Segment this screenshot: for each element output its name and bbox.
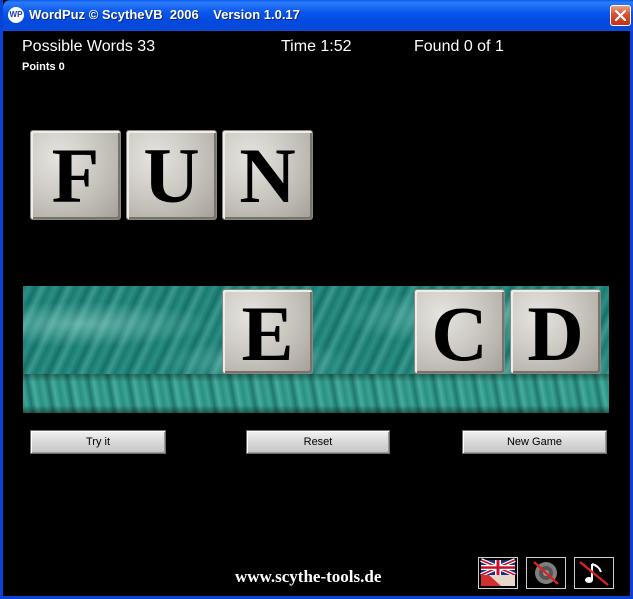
music-muted-icon bbox=[579, 561, 609, 586]
window-title: WordPuz © ScytheVB 2006 Version 1.0.17 bbox=[29, 7, 300, 22]
possible-words-label: Possible Words 33 bbox=[22, 38, 156, 55]
try-it-button[interactable]: Try it bbox=[30, 430, 166, 454]
letter-tray: E C D bbox=[23, 286, 609, 413]
tray-tile-e[interactable]: E bbox=[222, 289, 313, 377]
website-link[interactable]: www.scythe-tools.de bbox=[235, 567, 381, 587]
points-label: Points 0 bbox=[22, 61, 65, 73]
word-tile-2[interactable]: U bbox=[126, 130, 217, 220]
word-tile-1[interactable]: F bbox=[30, 130, 121, 220]
found-label: Found 0 of 1 bbox=[414, 38, 504, 55]
language-button[interactable] bbox=[478, 557, 518, 589]
tile-letter: U bbox=[143, 132, 200, 219]
game-window: WP WordPuz © ScytheVB 2006 Version 1.0.1… bbox=[0, 0, 633, 599]
title-bar[interactable]: WP WordPuz © ScytheVB 2006 Version 1.0.1… bbox=[3, 0, 633, 31]
reset-button[interactable]: Reset bbox=[246, 430, 390, 454]
tile-letter: N bbox=[239, 132, 296, 219]
app-icon: WP bbox=[8, 7, 24, 23]
uk-flag-icon bbox=[480, 558, 516, 586]
tray-shelf bbox=[23, 374, 609, 413]
music-toggle-button[interactable] bbox=[574, 557, 614, 589]
close-icon bbox=[615, 10, 626, 21]
tray-tile-c[interactable]: C bbox=[414, 289, 505, 377]
word-tile-3[interactable]: N bbox=[222, 130, 313, 220]
tile-letter: D bbox=[527, 290, 584, 377]
sound-toggle-button[interactable] bbox=[526, 557, 566, 589]
close-button[interactable] bbox=[610, 5, 631, 26]
tile-letter: F bbox=[51, 132, 100, 219]
new-game-button[interactable]: New Game bbox=[462, 430, 607, 454]
timer-label: Time 1:52 bbox=[281, 38, 352, 55]
speaker-muted-icon bbox=[533, 561, 559, 585]
tile-letter: C bbox=[431, 290, 488, 377]
tray-tile-d[interactable]: D bbox=[510, 289, 601, 377]
tile-letter: E bbox=[241, 290, 294, 377]
